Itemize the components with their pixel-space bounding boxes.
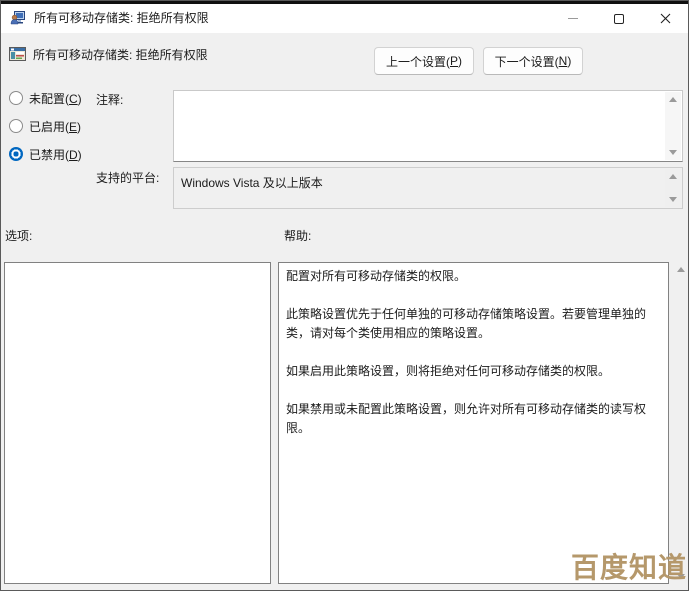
supported-on-scrollbar[interactable]	[665, 169, 681, 207]
policy-title: 所有可移动存储类: 拒绝所有权限	[33, 47, 208, 63]
supported-on-label: 支持的平台:	[96, 169, 159, 186]
minimize-icon	[568, 18, 578, 19]
next-setting-accesskey: N	[559, 54, 568, 68]
comment-scrollbar[interactable]	[665, 92, 681, 160]
scroll-up-icon[interactable]	[669, 97, 677, 102]
baidu-zhidao-watermark: 百度知道	[571, 546, 687, 586]
radio-not-configured-label: 未配置(C)	[29, 90, 82, 107]
previous-setting-label-suffix: )	[458, 54, 462, 68]
minimize-button[interactable]	[550, 4, 596, 33]
comment-label: 注释:	[96, 91, 123, 108]
supported-on-value: Windows Vista 及以上版本	[181, 174, 323, 191]
close-button[interactable]	[642, 4, 688, 33]
help-label: 帮助:	[284, 227, 311, 244]
radio-enabled-circle[interactable]	[9, 119, 23, 133]
previous-setting-button[interactable]: 上一个设置(P)	[374, 47, 474, 75]
scroll-up-icon[interactable]	[669, 174, 677, 179]
radio-disabled[interactable]: 已禁用(D)	[9, 146, 82, 162]
radio-not-configured-circle[interactable]	[9, 91, 23, 105]
policy-setting-icon	[9, 46, 26, 67]
help-text: 配置对所有可移动存储类的权限。 此策略设置优先于任何单独的可移动存储策略设置。若…	[279, 263, 668, 442]
window-controls	[550, 4, 688, 33]
scroll-up-icon[interactable]	[677, 267, 685, 272]
radio-enabled[interactable]: 已启用(E)	[9, 118, 81, 134]
scroll-down-icon[interactable]	[669, 150, 677, 155]
supported-on-box: Windows Vista 及以上版本	[173, 167, 683, 209]
scroll-down-icon[interactable]	[669, 197, 677, 202]
window-title: 所有可移动存储类: 拒绝所有权限	[34, 4, 209, 33]
radio-disabled-label: 已禁用(D)	[29, 146, 82, 163]
maximize-button[interactable]	[596, 4, 642, 33]
next-setting-button[interactable]: 下一个设置(N)	[483, 47, 583, 75]
options-label: 选项:	[5, 227, 32, 244]
radio-enabled-label: 已启用(E)	[29, 118, 81, 135]
radio-disabled-circle[interactable]	[9, 147, 23, 161]
group-policy-user-icon	[10, 10, 26, 31]
radio-not-configured[interactable]: 未配置(C)	[9, 90, 82, 106]
maximize-icon	[614, 14, 624, 24]
help-scrollbar[interactable]	[672, 262, 689, 584]
previous-setting-label: 上一个设置(	[386, 53, 450, 70]
next-setting-label: 下一个设置(	[495, 53, 559, 70]
previous-setting-accesskey: P	[450, 54, 458, 68]
close-icon	[660, 13, 671, 24]
titlebar[interactable]: 所有可移动存储类: 拒绝所有权限	[1, 4, 688, 33]
policy-setting-dialog: 所有可移动存储类: 拒绝所有权限 所有可移动存储类: 拒绝所有权限 上一个设置(	[0, 0, 689, 591]
options-panel[interactable]	[4, 262, 271, 584]
next-setting-label-suffix: )	[567, 54, 571, 68]
help-panel[interactable]: 配置对所有可移动存储类的权限。 此策略设置优先于任何单独的可移动存储策略设置。若…	[278, 262, 669, 584]
comment-input[interactable]	[173, 90, 683, 162]
